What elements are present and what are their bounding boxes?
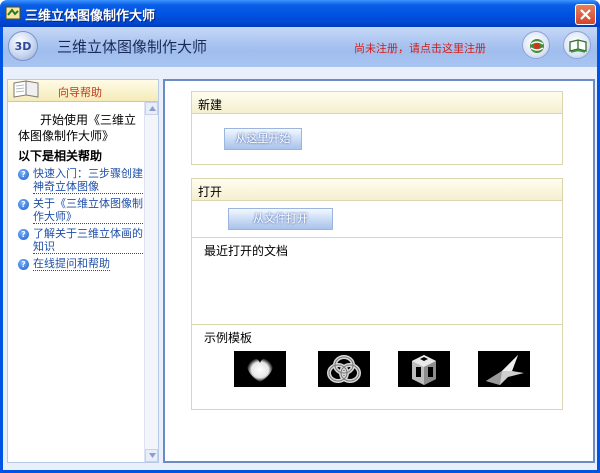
title-bar[interactable]: 三维立体图像制作大师 — [0, 0, 600, 27]
window-title: 三维立体图像制作大师 — [25, 9, 156, 24]
window-frame: 3D 三维立体图像制作大师 尚未注册，请点击这里注册 向导帮助 开始使用《三维立… — [0, 27, 600, 473]
help-panel: 向导帮助 开始使用《三维立体图像制作大师》 以下是相关帮助 ? 快速入门：三步骤… — [7, 79, 159, 463]
close-button[interactable] — [575, 4, 596, 25]
help-book-button[interactable] — [563, 31, 591, 59]
main-panel: 新建 从这里开始 打开 从文件打开 最近打开的文档 示例模板 — [163, 79, 595, 463]
section-divider — [192, 324, 562, 325]
question-icon: ? — [18, 259, 29, 270]
question-icon: ? — [18, 229, 29, 240]
help-link-about[interactable]: ? 关于《三维立体图像制作大师》 — [18, 197, 143, 224]
knot-template-icon — [327, 355, 361, 383]
scroll-down-button[interactable] — [145, 449, 158, 462]
recent-documents-list[interactable] — [204, 261, 544, 321]
help-link-online[interactable]: ? 在线提问和帮助 — [18, 257, 143, 271]
help-subtitle: 以下是相关帮助 — [18, 149, 103, 163]
templates-row — [234, 351, 534, 397]
question-icon: ? — [18, 169, 29, 180]
help-tab[interactable]: 向导帮助 — [8, 80, 158, 102]
help-link-label: 关于《三维立体图像制作大师》 — [33, 197, 143, 224]
register-link[interactable]: 尚未注册，请点击这里注册 — [354, 40, 486, 56]
help-book-icon — [569, 39, 587, 53]
chevron-up-icon — [149, 106, 156, 111]
knot-template[interactable] — [318, 351, 370, 387]
app-heading: 三维立体图像制作大师 — [57, 38, 208, 56]
open-section-title: 打开 — [192, 179, 562, 201]
window-client: 3D 三维立体图像制作大师 尚未注册，请点击这里注册 向导帮助 开始使用《三维立… — [3, 27, 597, 470]
section-divider — [192, 237, 562, 238]
help-scrollbar[interactable] — [144, 102, 158, 462]
help-link-label: 了解关于三维立体画的知识 — [33, 227, 143, 254]
open-file-button[interactable]: 从文件打开 — [228, 208, 333, 230]
scroll-up-button[interactable] — [145, 102, 158, 115]
help-tab-label: 向导帮助 — [58, 86, 102, 99]
app-logo: 3D — [8, 31, 38, 61]
cube-template[interactable] — [398, 351, 450, 387]
cube-template-icon — [412, 355, 436, 385]
recent-documents-label: 最近打开的文档 — [204, 244, 289, 258]
new-section: 新建 从这里开始 — [191, 91, 563, 165]
question-icon: ? — [18, 199, 29, 210]
web-button[interactable] — [522, 31, 550, 59]
templates-label: 示例模板 — [204, 331, 253, 345]
heart-template[interactable] — [234, 351, 286, 387]
new-section-title: 新建 — [192, 92, 562, 114]
help-intro: 开始使用《三维立体图像制作大师》 — [18, 113, 137, 143]
help-content: 开始使用《三维立体图像制作大师》 以下是相关帮助 ? 快速入门：三步骤创建神奇立… — [18, 112, 143, 271]
close-icon — [580, 9, 591, 20]
chevron-down-icon — [149, 453, 156, 458]
app-icon — [5, 6, 21, 20]
help-link-knowledge[interactable]: ? 了解关于三维立体画的知识 — [18, 227, 143, 254]
heart-template-icon — [246, 357, 274, 382]
web-icon — [530, 39, 544, 53]
help-link-label: 在线提问和帮助 — [33, 257, 110, 271]
open-section: 打开 从文件打开 最近打开的文档 示例模板 — [191, 178, 563, 410]
help-link-quickstart[interactable]: ? 快速入门：三步骤创建神奇立体图像 — [18, 167, 143, 194]
app-header: 3D 三维立体图像制作大师 尚未注册，请点击这里注册 — [3, 27, 597, 67]
open-book-icon — [13, 80, 39, 98]
help-link-label: 快速入门：三步骤创建神奇立体图像 — [33, 167, 143, 194]
bird-template[interactable] — [478, 351, 530, 387]
bird-template-icon — [486, 355, 524, 385]
start-here-button[interactable]: 从这里开始 — [224, 128, 302, 150]
